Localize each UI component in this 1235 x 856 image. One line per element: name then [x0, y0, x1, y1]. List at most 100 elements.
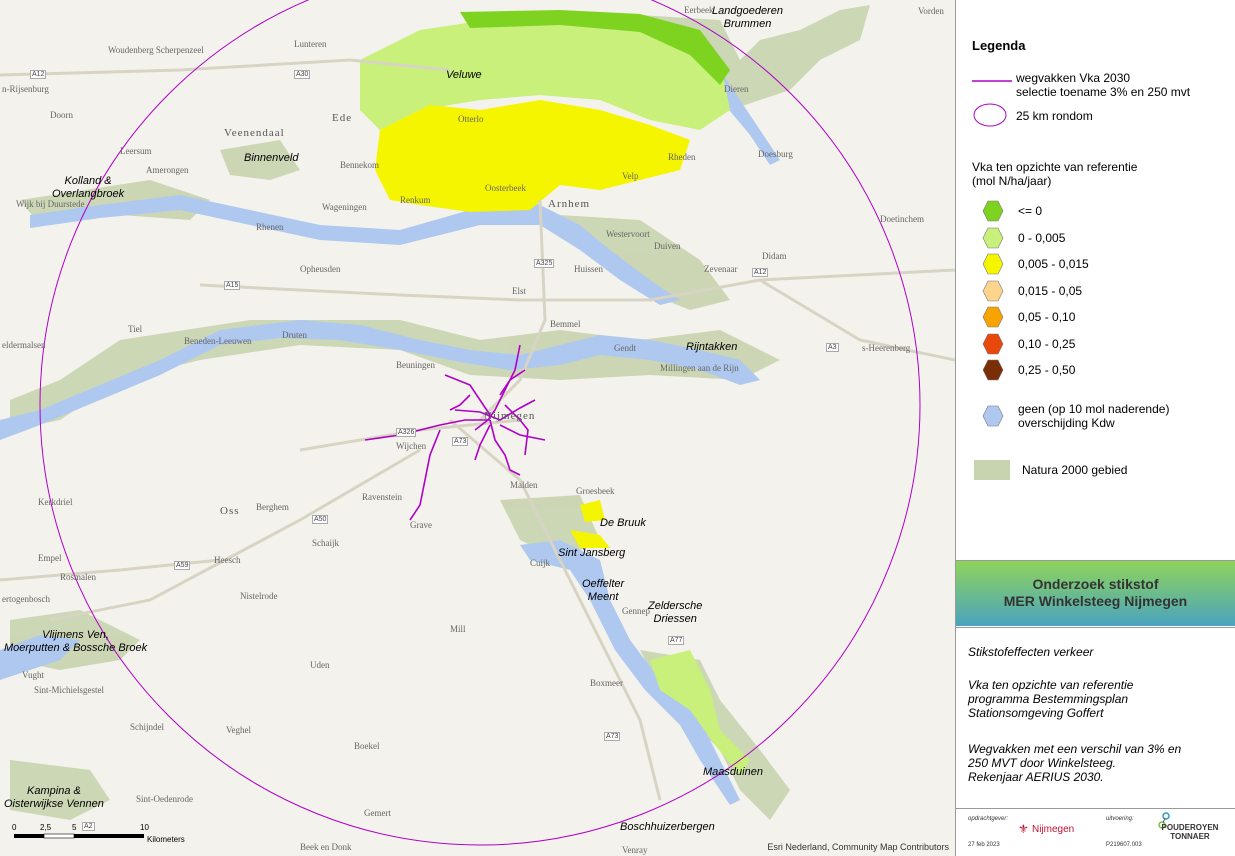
legend-natura-label: Natura 2000 gebied	[1022, 463, 1128, 477]
road-shield: A3	[826, 343, 839, 352]
project-number: P219607.003	[1106, 842, 1142, 848]
road-shield: A50	[312, 515, 329, 524]
map-view[interactable]: Veluwe Landgoederen Brummen Binnenveld K…	[0, 0, 956, 856]
city-label: Veenendaal	[224, 127, 285, 139]
place-label: Eerbeek	[684, 5, 714, 15]
natura-label-rijntakken: Rijntakken	[686, 341, 738, 353]
legend-class-symbol	[982, 333, 1004, 354]
place-label: Venray	[622, 845, 648, 855]
legend-class-symbol	[982, 359, 1004, 381]
place-label: Opheusden	[300, 264, 341, 274]
map-date: 27 feb 2023	[968, 842, 1000, 848]
scale-bar	[14, 833, 144, 839]
title-line-2: MER Winkelsteeg Nijmegen	[1003, 593, 1188, 609]
legend-class-symbol	[982, 253, 1004, 275]
natura-label-boschhuizer: Boschhuizerbergen	[620, 821, 715, 833]
legend-class-symbol	[982, 200, 1004, 222]
place-label: Beek en Donk	[300, 842, 352, 852]
place-label: Dieren	[724, 84, 749, 94]
place-label: Leersum	[120, 146, 152, 156]
title-line-1: Onderzoek stikstof	[1032, 576, 1159, 592]
title-block: Onderzoek stikstof MER Winkelsteeg Nijme…	[956, 561, 1235, 626]
place-label: Beuningen	[396, 360, 435, 370]
place-label: Kerkdriel	[38, 497, 73, 507]
place-label: Boxmeer	[590, 678, 623, 688]
footer: opdrachtgever: ⚜ Nijmegen 27 feb 2023 ui…	[956, 808, 1235, 856]
place-label: Duiven	[654, 241, 681, 251]
legend-natura-symbol	[974, 460, 1010, 480]
place-label: Elst	[512, 286, 527, 296]
city-label: Ede	[332, 112, 353, 124]
natura-label-kampina: Kampina & Oisterwijkse Vennen	[4, 785, 104, 810]
place-label: Schaijk	[312, 538, 339, 548]
legend-class-label: 0 - 0,005	[1018, 230, 1066, 245]
place-label: Beneden-Leeuwen	[184, 336, 252, 346]
place-label: Didam	[762, 251, 787, 261]
place-label: Vught	[22, 670, 44, 680]
client-label: opdrachtgever:	[968, 816, 1009, 822]
legend-circle-symbol	[973, 103, 1007, 127]
natura-label-zeldersche: Zeldersche Driessen	[648, 600, 703, 625]
place-label: Heesch	[214, 555, 241, 565]
natura-label-sintjansberg: Sint Jansberg	[558, 547, 626, 559]
place-label: Rhenen	[256, 222, 284, 232]
place-label: Amerongen	[146, 165, 189, 175]
legend-circle-label: 25 km rondom	[1016, 109, 1093, 123]
legend-none-symbol	[982, 405, 1004, 427]
place-label: Empel	[38, 553, 62, 563]
place-label: Gennep	[622, 606, 650, 616]
place-label: Malden	[510, 480, 538, 490]
legend-class-label: 0,05 - 0,10	[1018, 310, 1076, 324]
legend-class-label: <= 0	[1018, 204, 1043, 218]
natura-label-debruuk: De Bruuk	[600, 517, 646, 529]
place-label: n-Rijsenburg	[2, 84, 49, 94]
place-label: Wijchen	[396, 441, 427, 451]
place-label: eldermalsen	[2, 340, 46, 350]
place-label: Gemert	[364, 808, 391, 818]
place-label: Wageningen	[322, 202, 367, 212]
place-label: Grave	[410, 520, 432, 530]
place-label: Doorn	[50, 110, 73, 120]
executor-name: POUDEROYEN TONNAER	[1161, 823, 1219, 841]
scale-unit: Kilometers	[147, 835, 185, 844]
natura-label-veluwe: Veluwe	[446, 69, 482, 81]
place-label: Bemmel	[550, 319, 581, 329]
place-label: Mill	[450, 624, 466, 634]
description-panel: Stikstofeffecten verkeer Vka ten opzicht…	[956, 627, 1235, 809]
legend-none-label: geen (op 10 mol naderende) overschijding…	[1018, 402, 1170, 430]
legend-class-symbol	[982, 280, 1004, 301]
place-label: ertogenbosch	[2, 594, 50, 604]
place-label: Tiel	[128, 324, 143, 334]
road-shield: A15	[224, 281, 241, 290]
place-label: Gendt	[614, 343, 636, 353]
road-shield: A77	[668, 636, 685, 645]
natura-label-oeffelter: Oeffelter Meent	[582, 578, 625, 603]
road-shield: A326	[396, 428, 417, 437]
city-label: Nijmegen	[484, 410, 536, 422]
legend-line-label: wegvakken Vka 2030 selectie toename 3% e…	[1016, 71, 1191, 99]
description-reference: Vka ten opzichte van referentie programm…	[968, 678, 1134, 720]
place-label: Cuijk	[530, 558, 551, 568]
place-label: Boekel	[354, 741, 380, 751]
place-label: Nistelrode	[240, 591, 278, 601]
legend-class-label: 0,25 - 0,50	[1018, 363, 1076, 377]
place-label: Zevenaar	[704, 264, 738, 274]
place-label: Rheden	[668, 152, 696, 162]
map-attribution: Esri Nederland, Community Map Contributo…	[767, 842, 949, 852]
place-label: Druten	[282, 330, 307, 340]
legend-title: Legenda	[972, 38, 1026, 53]
scale-tick: 10	[140, 823, 149, 832]
client-name: Nijmegen	[1032, 824, 1075, 835]
place-label: Lunteren	[294, 39, 327, 49]
legend-class-heading: Vka ten opzichte van referentie (mol N/h…	[972, 160, 1138, 188]
place-label: Doesburg	[758, 149, 793, 159]
road-shield: A59	[174, 561, 191, 570]
place-label: Huissen	[574, 264, 603, 274]
legend-panel: Legenda wegvakken Vka 2030 selectie toen…	[956, 0, 1235, 561]
nijmegen-logo-icon: ⚜	[1018, 822, 1029, 836]
place-label: Bennekom	[340, 160, 379, 170]
road-shield: A2	[82, 822, 95, 831]
city-label: Oss	[220, 505, 240, 517]
natura-label-kolland: Kolland & Overlangbroek	[52, 175, 125, 200]
road-shield: A73	[452, 437, 469, 446]
